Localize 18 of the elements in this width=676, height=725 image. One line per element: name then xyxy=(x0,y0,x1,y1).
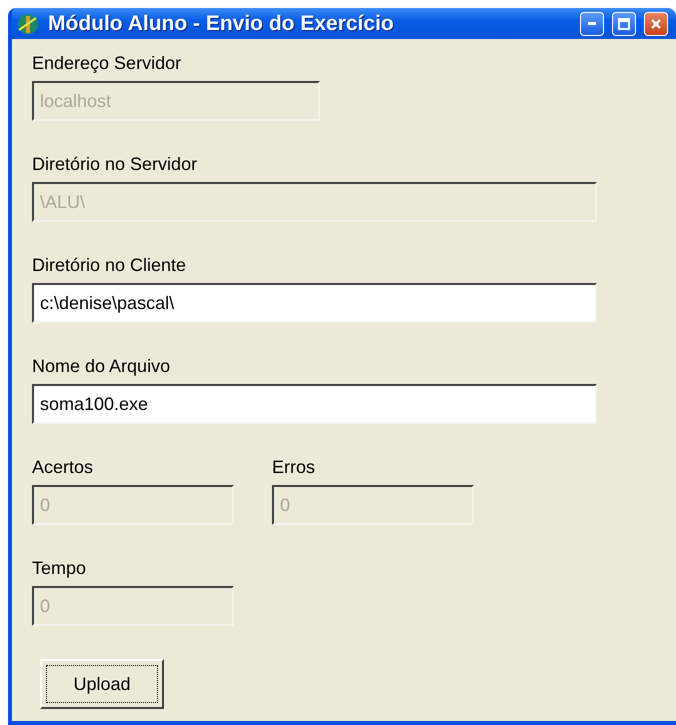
field-label: Diretório no Servidor xyxy=(32,154,198,176)
minimize-button[interactable] xyxy=(580,12,604,36)
field-label: Acertos xyxy=(32,457,94,479)
text-field[interactable]: c:\denise\pascal\ xyxy=(32,283,597,323)
text-field[interactable]: soma100.exe xyxy=(32,384,597,424)
maximize-icon xyxy=(618,18,630,30)
close-button[interactable] xyxy=(644,12,668,36)
close-icon xyxy=(650,18,662,30)
maximize-button[interactable] xyxy=(612,12,636,36)
app-icon xyxy=(16,12,40,36)
field-label: Diretório no Cliente xyxy=(32,255,188,277)
upload-button[interactable]: Upload xyxy=(40,659,164,709)
window-title: Módulo Aluno - Envio do Exercício xyxy=(48,12,395,36)
field-label: Endereço Servidor xyxy=(32,53,182,75)
field-label: Erros xyxy=(272,457,316,479)
field-label: Nome do Arquivo xyxy=(32,356,172,378)
field-label: Tempo xyxy=(32,558,88,580)
minimize-icon xyxy=(588,22,596,25)
